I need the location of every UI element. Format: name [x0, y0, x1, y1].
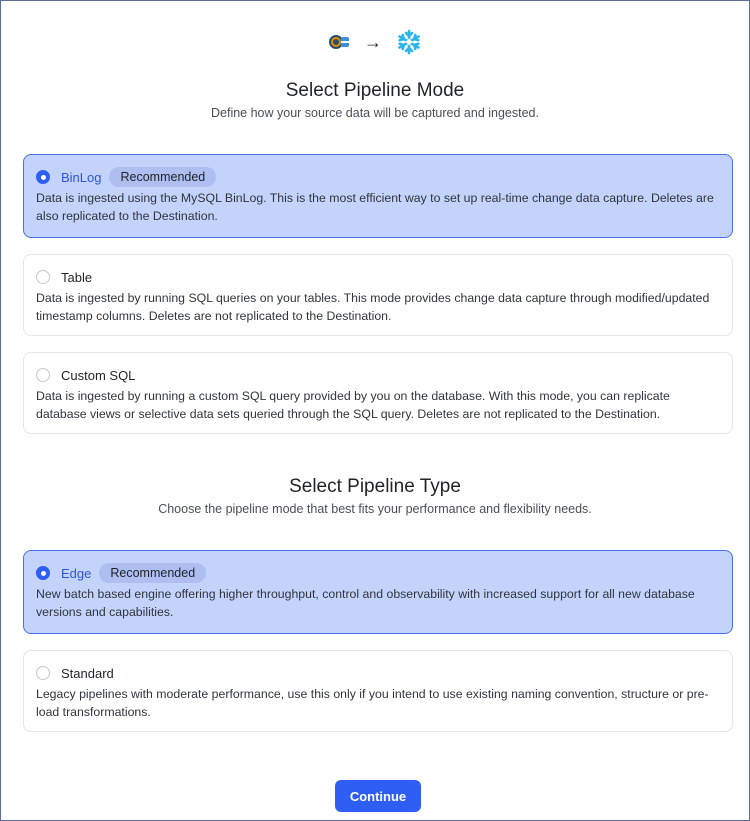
type-option-standard[interactable]: Standard Legacy pipelines with moderate … [23, 650, 733, 732]
mysql-source-icon [328, 33, 350, 51]
pipeline-setup-panel: → Select Pipeline Mode Define how your s… [0, 0, 750, 821]
edge-radio[interactable] [36, 566, 50, 580]
continue-button[interactable]: Continue [335, 780, 421, 812]
standard-radio[interactable] [36, 666, 50, 680]
recommended-badge: Recommended [109, 167, 217, 187]
option-description: New batch based engine offering higher t… [36, 587, 695, 619]
option-description: Data is ingested by running a custom SQL… [36, 389, 670, 421]
mode-option-custom-sql[interactable]: Custom SQL Data is ingested by running a… [23, 352, 733, 434]
custom-sql-radio[interactable] [36, 368, 50, 382]
option-description: Data is ingested using the MySQL BinLog.… [36, 191, 714, 223]
mode-option-binlog[interactable]: BinLog Recommended Data is ingested usin… [23, 154, 733, 238]
pipeline-mode-subtitle: Define how your source data will be capt… [211, 106, 539, 120]
pipeline-type-subtitle: Choose the pipeline mode that best fits … [158, 502, 592, 516]
option-label: BinLog [61, 169, 102, 185]
binlog-radio[interactable] [36, 170, 50, 184]
type-option-edge[interactable]: Edge Recommended New batch based engine … [23, 550, 733, 634]
option-label: Custom SQL [61, 367, 136, 383]
table-radio[interactable] [36, 270, 50, 284]
option-label: Table [61, 269, 93, 285]
recommended-badge: Recommended [99, 563, 207, 583]
pipeline-mode-title: Select Pipeline Mode [285, 80, 465, 101]
connector-header: → [1, 29, 749, 55]
option-description: Data is ingested by running SQL queries … [36, 291, 710, 323]
option-label: Edge [61, 565, 92, 581]
snowflake-icon [396, 29, 422, 55]
arrow-right-icon: → [364, 32, 382, 52]
option-label: Standard [61, 665, 114, 681]
option-description: Legacy pipelines with moderate performan… [36, 687, 709, 719]
pipeline-type-title: Select Pipeline Type [289, 476, 461, 497]
mode-option-table[interactable]: Table Data is ingested by running SQL qu… [23, 254, 733, 336]
